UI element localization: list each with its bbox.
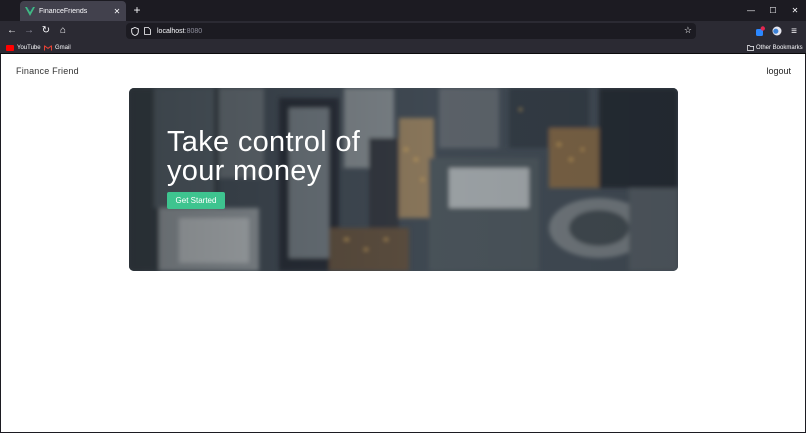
hero-heading-line-1: Take control of <box>167 126 361 158</box>
tab-financefriends[interactable]: FinanceFriends ✕ <box>20 1 126 21</box>
tab-strip: FinanceFriends ✕ + — ☐ ✕ <box>0 0 806 21</box>
bookmark-star-icon[interactable]: ☆ <box>684 25 692 36</box>
account-icon[interactable] <box>770 24 784 38</box>
bookmark-youtube[interactable]: YouTube <box>6 42 41 53</box>
gmail-icon <box>44 44 52 50</box>
minimize-button[interactable]: — <box>740 0 762 21</box>
new-tab-button[interactable]: + <box>130 3 144 17</box>
folder-icon <box>747 44 754 51</box>
other-bookmarks[interactable]: Other Bookmarks <box>747 42 803 53</box>
bookmark-label: Gmail <box>55 44 71 51</box>
url-text: localhost:8080 <box>157 28 202 35</box>
other-bookmarks-label: Other Bookmarks <box>756 44 803 51</box>
bookmark-label: YouTube <box>17 44 41 51</box>
navigation-toolbar: ← → ↻ ⌂ localhost:8080 ☆ ≡ <box>0 21 806 41</box>
menu-icon[interactable]: ≡ <box>787 24 801 38</box>
browser-window: FinanceFriends ✕ + — ☐ ✕ ← → ↻ ⌂ localho… <box>0 0 806 433</box>
window-controls: — ☐ ✕ <box>740 0 806 21</box>
extension-badge-icon[interactable] <box>753 24 767 38</box>
hero-banner: Take control of your money Get Started <box>129 88 678 271</box>
address-bar[interactable]: localhost:8080 ☆ <box>126 23 696 39</box>
brand-title[interactable]: Finance Friend <box>16 66 79 76</box>
vue-logo-icon <box>25 6 35 16</box>
page-icon[interactable] <box>144 27 151 35</box>
tab-close-icon[interactable]: ✕ <box>112 7 122 16</box>
get-started-button[interactable]: Get Started <box>167 192 225 209</box>
reload-button[interactable]: ↻ <box>39 24 53 38</box>
bookmarks-toolbar: YouTube Gmail Other Bookmarks <box>0 41 806 54</box>
hero-heading-line-2: your money <box>167 155 322 187</box>
bookmark-gmail[interactable]: Gmail <box>44 42 71 53</box>
close-window-button[interactable]: ✕ <box>784 0 806 21</box>
back-button[interactable]: ← <box>5 24 19 38</box>
tab-title: FinanceFriends <box>39 7 88 15</box>
maximize-button[interactable]: ☐ <box>762 0 784 21</box>
page-viewport: Finance Friend logout Take control of yo… <box>1 54 805 432</box>
url-host: localhost <box>157 27 185 35</box>
logout-link[interactable]: logout <box>766 66 791 76</box>
hero-heading: Take control of your money <box>167 128 360 186</box>
youtube-icon <box>6 44 14 51</box>
forward-button[interactable]: → <box>22 24 36 38</box>
home-button[interactable]: ⌂ <box>56 24 70 38</box>
url-port: :8080 <box>184 27 203 35</box>
shield-icon[interactable] <box>131 26 139 36</box>
